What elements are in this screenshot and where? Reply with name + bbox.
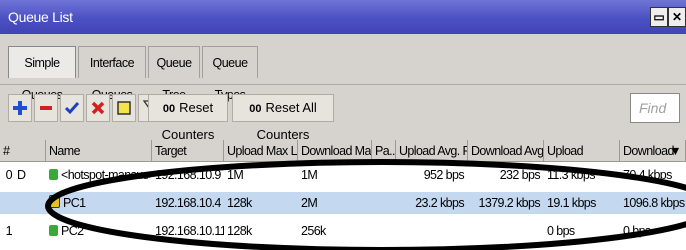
download-cell: 0 bps xyxy=(623,224,651,238)
row-flag xyxy=(14,220,44,242)
plus-icon xyxy=(13,101,27,115)
column-header-upload-max[interactable]: Upload Max Limit xyxy=(224,140,298,162)
column-header-pa[interactable]: Pa... xyxy=(372,140,396,162)
table-row[interactable]: 1 PC2 192.168.10.11 128k 256k 0 bps 0 bp… xyxy=(0,220,686,242)
counter-icon: 00 xyxy=(162,103,176,115)
queue-icon xyxy=(49,195,60,208)
upload-avg-cell xyxy=(396,220,468,242)
column-header-number[interactable]: # xyxy=(0,140,46,162)
row-flag xyxy=(14,192,44,214)
tab-simple-queues[interactable]: Simple Queues xyxy=(8,46,76,102)
note-icon xyxy=(117,101,131,115)
column-header-download-avg[interactable]: Download Avg. R... xyxy=(468,140,544,162)
comment-button[interactable] xyxy=(112,94,136,122)
check-icon xyxy=(64,102,80,115)
pa-cell xyxy=(372,192,396,214)
disable-button[interactable] xyxy=(86,94,110,122)
column-header-target[interactable]: Target xyxy=(152,140,224,162)
table-row[interactable]: 0 D <hotspot-mansus> 192.168.10.9 1M 1M … xyxy=(0,164,686,186)
download-max-cell: 256k xyxy=(301,224,326,238)
enable-button[interactable] xyxy=(60,94,84,122)
download-cell: 1096.8 kbps xyxy=(623,196,685,210)
upload-avg-cell: 23.2 kbps xyxy=(415,196,464,210)
queue-name: <hotspot-mansus> xyxy=(61,168,152,182)
find-input[interactable]: Find xyxy=(630,93,680,123)
counter-icon: 00 xyxy=(249,103,262,115)
download-avg-cell: 1379.2 kbps xyxy=(478,196,540,210)
target-cell: 192.168.10.4 xyxy=(155,196,221,210)
download-avg-cell xyxy=(468,220,544,242)
table-row-selected[interactable]: PC1 192.168.10.4 128k 2M 23.2 kbps 1379.… xyxy=(0,192,686,214)
pa-cell xyxy=(372,164,396,186)
upload-max-cell: 1M xyxy=(227,168,244,182)
title-bar[interactable]: Queue List ▭ ✕ xyxy=(0,0,686,34)
queue-name-cell: <hotspot-mansus> xyxy=(46,164,152,186)
column-header-name[interactable]: Name xyxy=(46,140,152,162)
queue-name: PC1 xyxy=(63,196,86,210)
upload-max-cell: 128k xyxy=(227,196,252,210)
download-avg-cell: 232 bps xyxy=(499,168,541,182)
upload-cell: 0 bps xyxy=(547,224,575,238)
download-max-cell: 1M xyxy=(301,168,318,182)
tab-queue-types[interactable]: Queue Types xyxy=(202,46,258,102)
queue-icon xyxy=(49,225,58,236)
column-header-download[interactable]: Download ▼ xyxy=(620,140,686,162)
column-header-download-max[interactable]: Download Max Limit xyxy=(298,140,372,162)
queue-name-cell: PC1 xyxy=(46,192,152,214)
tab-queue-tree[interactable]: Queue Tree xyxy=(148,46,200,102)
close-button[interactable]: ✕ xyxy=(668,7,686,27)
column-header-upload-avg[interactable]: Upload Avg. Rate xyxy=(396,140,468,162)
upload-avg-cell: 952 bps xyxy=(423,168,465,182)
add-button[interactable] xyxy=(8,94,32,122)
x-icon xyxy=(91,101,105,115)
tab-interface-queues[interactable]: Interface Queues xyxy=(78,46,146,102)
remove-button[interactable] xyxy=(34,94,58,122)
column-header-upload[interactable]: Upload xyxy=(544,140,620,162)
reset-all-counters-button[interactable]: 00 Reset All Counters xyxy=(232,94,334,142)
download-cell: 70.4 kbps xyxy=(623,168,672,182)
queue-icon xyxy=(49,169,58,180)
row-flag: D xyxy=(17,168,26,182)
upload-max-cell: 128k xyxy=(227,224,252,238)
target-cell: 192.168.10.9 xyxy=(155,168,221,182)
queue-list-window: Queue List ▭ ✕ Simple Queues Interface Q… xyxy=(0,0,686,250)
upload-cell: 11.3 kbps xyxy=(547,168,595,182)
queue-name-cell: PC2 xyxy=(46,220,152,242)
reset-all-counters-label: Reset All Counters xyxy=(256,100,317,142)
upload-cell: 19.1 kbps xyxy=(547,196,596,210)
target-cell: 192.168.10.11 xyxy=(155,224,224,238)
column-header-download-label: Download xyxy=(623,144,674,158)
reset-counters-button[interactable]: 00 Reset Counters xyxy=(148,94,228,142)
pa-cell xyxy=(372,220,396,242)
download-max-cell: 2M xyxy=(301,196,318,210)
window-title: Queue List xyxy=(8,9,73,25)
minus-icon xyxy=(40,106,52,110)
restore-button[interactable]: ▭ xyxy=(650,7,668,27)
queue-name: PC2 xyxy=(61,224,84,238)
sort-desc-icon: ▼ xyxy=(669,144,681,158)
